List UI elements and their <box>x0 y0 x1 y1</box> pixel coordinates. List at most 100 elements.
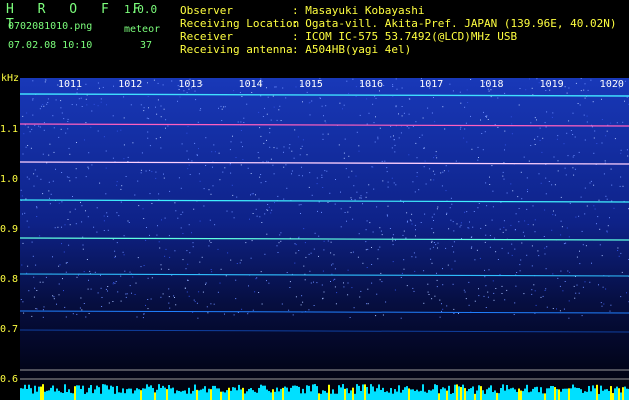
signal-level-bar <box>74 386 76 400</box>
signal-level-bar <box>288 391 290 400</box>
y-tick-0.8: 0.8 <box>0 274 19 285</box>
signal-level-bar <box>68 389 70 400</box>
signal-level-bar <box>446 390 448 400</box>
receiver-row: Receiver: ICOM IC-575 53.7492(@LCD)MHz U… <box>180 30 518 43</box>
signal-level-bar <box>236 390 238 400</box>
signal-level-bar <box>94 389 96 400</box>
signal-level-bar <box>422 384 424 400</box>
signal-level-bar <box>58 390 60 400</box>
location-value: Ogata-vill. Akita-Pref. JAPAN (139.96E, … <box>305 17 617 30</box>
signal-level-bar <box>530 391 532 400</box>
signal-level-bar <box>104 384 106 400</box>
signal-level-bar <box>584 391 586 400</box>
signal-level-bar <box>362 384 364 400</box>
signal-level-bar <box>110 385 112 400</box>
signal-level-bar <box>116 385 118 400</box>
signal-level-bar <box>120 392 122 400</box>
y-tick-0.6: 0.6 <box>0 374 19 385</box>
signal-level-bar <box>448 385 450 400</box>
signal-level-bar <box>556 389 558 400</box>
signal-level-bar <box>454 384 456 400</box>
signal-level-bar <box>498 393 500 400</box>
signal-level-bar <box>552 386 554 400</box>
signal-level-bar <box>196 389 198 400</box>
signal-level-bar <box>294 385 296 400</box>
signal-level-bar <box>548 388 550 400</box>
signal-level-bar <box>316 386 318 400</box>
signal-level-bar <box>106 385 108 400</box>
signal-level-bar <box>394 389 396 400</box>
signal-level-bar <box>482 390 484 400</box>
signal-level-bar <box>610 386 612 400</box>
signal-level-bar <box>192 390 194 400</box>
signal-level-bar <box>400 392 402 400</box>
signal-level-bar <box>158 384 160 400</box>
signal-level-bar <box>100 393 102 400</box>
signal-level-bar <box>620 392 622 400</box>
signal-level-bar <box>388 392 390 400</box>
signal-level-bar <box>34 385 36 400</box>
signal-level-bar <box>420 390 422 400</box>
signal-level-bar <box>414 390 416 400</box>
signal-level-bar <box>440 389 442 400</box>
signal-level-bar <box>306 385 308 400</box>
signal-level-bar <box>126 389 128 400</box>
signal-level-bar <box>588 385 590 400</box>
signal-level-bar <box>214 385 216 400</box>
meteor-label: meteor <box>124 24 161 35</box>
signal-level-bar <box>270 392 272 400</box>
signal-level-bar <box>358 385 360 400</box>
signal-level-bar <box>350 390 352 400</box>
signal-level-bar <box>156 389 158 400</box>
signal-level-bar <box>250 388 252 400</box>
signal-level-bar <box>500 387 502 400</box>
signal-level-bar <box>22 388 24 400</box>
signal-level-bar <box>84 393 86 400</box>
signal-level-bar <box>178 390 180 400</box>
signal-level-bar <box>368 393 370 400</box>
signal-level-bar <box>292 385 294 400</box>
signal-level-bar <box>558 389 560 400</box>
signal-level-bar <box>444 388 446 400</box>
signal-level-bar <box>174 393 176 400</box>
antenna-value: A504HB(yagi 4el) <box>305 43 412 56</box>
signal-level-bar <box>54 391 56 400</box>
datetime: 07.02.08 10:10 <box>8 40 93 51</box>
signal-level-bar <box>616 386 618 400</box>
signal-level-bar <box>384 392 386 400</box>
signal-level-bar <box>108 389 110 400</box>
signal-level-bar <box>562 388 564 400</box>
signal-level-bar <box>342 384 344 400</box>
signal-level-bar <box>568 388 570 400</box>
signal-level-bar <box>340 387 342 400</box>
signal-level-bar <box>256 392 258 400</box>
signal-level-bar <box>438 393 440 400</box>
signal-level-bar <box>112 386 114 400</box>
signal-level-bar <box>44 391 46 400</box>
signal-level-bar <box>308 385 310 400</box>
time-tick-1017: 1017 <box>419 79 444 90</box>
signal-level-bar <box>176 390 178 400</box>
signal-level-bar <box>26 388 28 400</box>
signal-level-bar <box>230 390 232 400</box>
signal-level-bar <box>46 390 48 400</box>
signal-level-bar <box>324 390 326 400</box>
signal-level-bar <box>592 385 594 400</box>
signal-level-bar <box>478 385 480 400</box>
signal-level-bar <box>60 392 62 400</box>
signal-level-bar <box>216 388 218 400</box>
signal-level-bar <box>88 387 90 400</box>
signal-level-bar <box>180 391 182 400</box>
signal-level-bar <box>566 388 568 400</box>
signal-level-bar <box>36 391 38 400</box>
location-label: Receiving Location <box>180 17 300 30</box>
signal-level-bar <box>334 393 336 400</box>
signal-level-bar <box>20 388 22 400</box>
signal-level-bar <box>578 388 580 400</box>
signal-level-bar <box>72 393 74 400</box>
signal-level-bar <box>322 390 324 400</box>
signal-level-bar <box>606 389 608 400</box>
signal-level-bar <box>356 384 358 400</box>
signal-level-bar <box>572 384 574 400</box>
signal-level-bar <box>90 385 92 400</box>
